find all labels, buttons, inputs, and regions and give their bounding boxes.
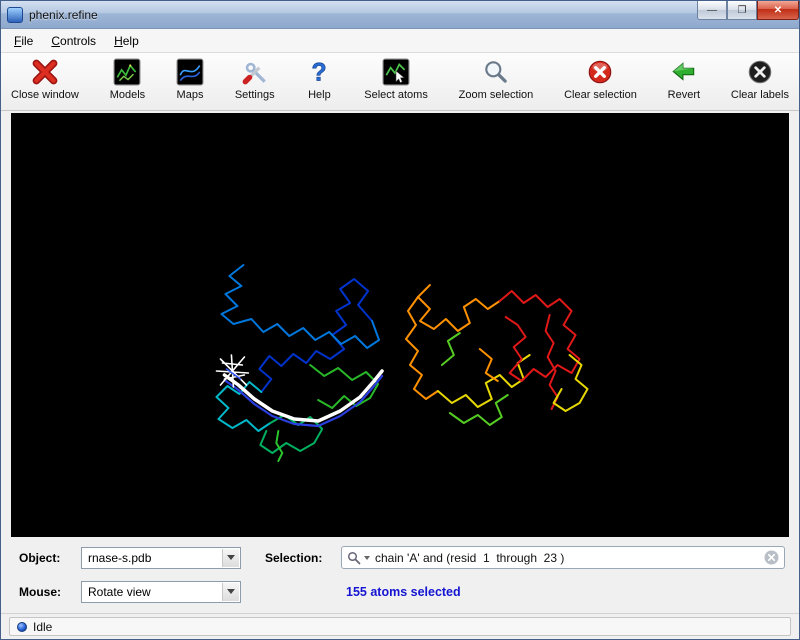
toolbar-label: Select atoms	[364, 89, 428, 101]
object-dropdown-value: rnase-s.pdb	[88, 551, 151, 565]
maps-icon	[176, 57, 204, 87]
models-icon	[113, 57, 141, 87]
toolbar-label: Clear selection	[564, 89, 637, 101]
toolbar-button-models[interactable]: Models	[106, 56, 149, 102]
title-bar: phenix.refine — ❐ ✕	[1, 1, 799, 29]
molecule-viewport[interactable]	[11, 113, 789, 537]
toolbar-button-clear-labels[interactable]: Clear labels	[727, 56, 793, 102]
toolbar-button-select-atoms[interactable]: Select atoms	[360, 56, 432, 102]
toolbar-label: Close window	[11, 89, 79, 101]
chevron-down-icon	[227, 555, 235, 560]
mouse-mode-row: Mouse: Rotate view 155 atoms selected	[19, 580, 785, 603]
object-label: Object:	[19, 551, 81, 565]
menu-file[interactable]: File	[5, 31, 42, 51]
atoms-selected-text: 155 atoms selected	[346, 585, 461, 599]
clear-search-icon[interactable]	[764, 550, 779, 565]
menu-help[interactable]: Help	[105, 31, 148, 51]
app-window: phenix.refine — ❐ ✕ File Controls Help C…	[0, 0, 800, 640]
chevron-down-icon	[227, 589, 235, 594]
object-selection-row: Object: rnase-s.pdb Selection:	[19, 546, 785, 569]
mouse-mode-value: Rotate view	[88, 585, 151, 599]
toolbar-button-help[interactable]: ? Help	[301, 56, 337, 102]
toolbar-label: Help	[308, 89, 331, 101]
window-icon	[7, 7, 23, 23]
menu-controls[interactable]: Controls	[42, 31, 105, 51]
toolbar-label: Revert	[668, 89, 700, 101]
selection-search-field[interactable]	[341, 546, 785, 569]
revert-icon	[670, 57, 698, 87]
object-dropdown-arrow[interactable]	[222, 549, 239, 567]
selection-label: Selection:	[265, 551, 341, 565]
toolbar-label: Models	[110, 89, 145, 101]
status-led-icon	[17, 622, 27, 632]
molecule-render	[11, 113, 789, 537]
maximize-button[interactable]: ❐	[727, 1, 757, 20]
minimize-button[interactable]: —	[697, 1, 727, 20]
clear-selection-icon	[586, 57, 614, 87]
window-title: phenix.refine	[29, 8, 98, 22]
menu-bar: File Controls Help	[1, 29, 799, 53]
control-panel: Object: rnase-s.pdb Selection: Mou	[1, 537, 799, 613]
toolbar-label: Clear labels	[731, 89, 789, 101]
mouse-mode-arrow[interactable]	[222, 583, 239, 601]
toolbar-button-maps[interactable]: Maps	[172, 56, 208, 102]
status-panel: Idle	[9, 617, 791, 636]
close-window-icon	[31, 57, 59, 87]
viewport-frame	[1, 111, 799, 537]
search-icon	[347, 551, 361, 565]
status-bar: Idle	[1, 613, 799, 639]
toolbar-label: Zoom selection	[459, 89, 534, 101]
toolbar-button-close-window[interactable]: Close window	[7, 56, 83, 102]
selection-input[interactable]	[373, 551, 761, 565]
toolbar-label: Maps	[177, 89, 204, 101]
toolbar-button-clear-selection[interactable]: Clear selection	[560, 56, 641, 102]
clear-labels-icon	[746, 57, 774, 87]
toolbar-button-revert[interactable]: Revert	[664, 56, 704, 102]
settings-icon	[241, 57, 269, 87]
select-atoms-icon	[382, 57, 410, 87]
toolbar-button-settings[interactable]: Settings	[231, 56, 279, 102]
status-text: Idle	[33, 620, 52, 634]
object-dropdown[interactable]: rnase-s.pdb	[81, 547, 241, 569]
mouse-label: Mouse:	[19, 585, 81, 599]
svg-text:?: ?	[312, 60, 327, 86]
toolbar: Close window Models Maps	[1, 53, 799, 111]
zoom-selection-icon	[482, 57, 510, 87]
toolbar-button-zoom-selection[interactable]: Zoom selection	[455, 56, 538, 102]
close-button[interactable]: ✕	[757, 1, 799, 20]
help-icon: ?	[305, 57, 333, 87]
toolbar-label: Settings	[235, 89, 275, 101]
search-options-caret-icon[interactable]	[364, 556, 370, 560]
mouse-mode-dropdown[interactable]: Rotate view	[81, 581, 241, 603]
